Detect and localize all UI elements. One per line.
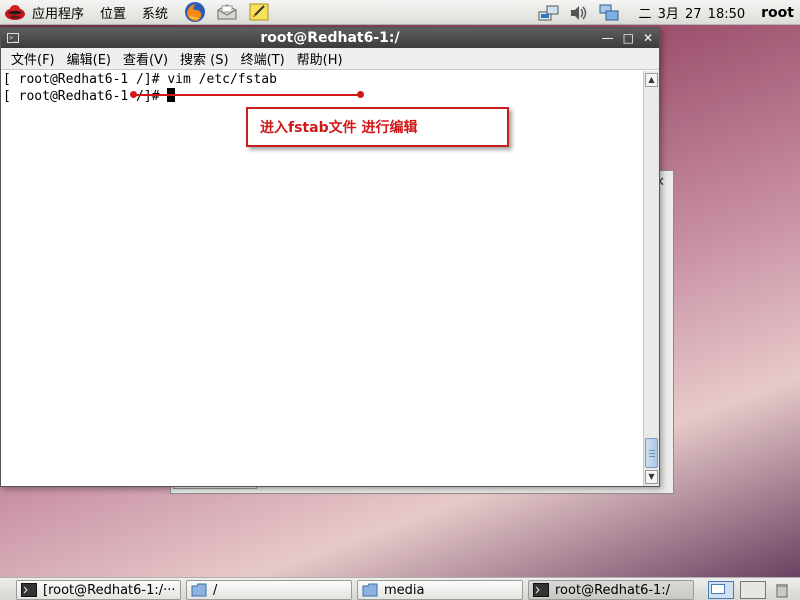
taskbar-item-label: root@Redhat6-1:/ [555, 582, 671, 598]
terminal-titlebar[interactable]: >_ root@Redhat6-1:/ — □ ✕ [1, 28, 659, 48]
annotation-text: 进入fstab文件 进行编辑 [260, 120, 418, 136]
scroll-thumb[interactable] [645, 438, 658, 468]
taskbar-item-terminal-active[interactable]: root@Redhat6-1:/ [528, 580, 694, 600]
menu-edit[interactable]: 编辑(E) [61, 49, 117, 68]
menu-search[interactable]: 搜索 (S) [174, 49, 235, 68]
terminal-line-text: [ root@Redhat6-1 /]# [3, 89, 168, 104]
terminal-line-text: [ root@Redhat6-1 /]# vim /etc/fstab [3, 72, 277, 87]
applications-menu-label: 应用程序 [32, 6, 85, 22]
scroll-up-icon[interactable]: ▲ [645, 73, 658, 87]
mail-icon[interactable] [216, 1, 238, 23]
menu-view[interactable]: 查看(V) [117, 49, 174, 68]
annotation-dot [130, 91, 137, 98]
terminal-icon [533, 583, 549, 597]
annotation-dot [357, 91, 364, 98]
workspace-1[interactable] [708, 581, 734, 599]
display-icon[interactable] [598, 3, 620, 23]
window-title: root@Redhat6-1:/ [260, 30, 400, 46]
maximize-button[interactable]: □ [623, 31, 634, 45]
folder-icon [191, 583, 207, 597]
taskbar-item-label: media [384, 582, 425, 598]
workspace-2[interactable] [740, 581, 766, 599]
close-button[interactable]: ✕ [643, 31, 653, 45]
scroll-grip [649, 456, 655, 457]
taskbar-item-folder-media[interactable]: media [357, 580, 523, 600]
annotation-arrow-line [133, 94, 362, 96]
menu-file[interactable]: 文件(F) [5, 49, 61, 68]
places-menu-label: 位置 [100, 6, 127, 22]
terminal-line: [ root@Redhat6-1 /]# vim /etc/fstab [1, 71, 643, 88]
scroll-down-icon[interactable]: ▼ [645, 470, 658, 484]
system-menu-label: 系统 [142, 6, 169, 22]
taskbar-item-terminal[interactable]: [root@Redhat6-1:/··· [16, 580, 181, 600]
places-menu[interactable]: 位置 [96, 0, 130, 25]
trash-icon[interactable] [774, 582, 790, 598]
scroll-grip [649, 453, 655, 454]
menu-terminal[interactable]: 终端(T) [235, 49, 291, 68]
clock[interactable]: 二 3月 27 18:50 [638, 3, 745, 22]
terminal-menubar: 文件(F) 编辑(E) 查看(V) 搜索 (S) 终端(T) 帮助(H) [1, 48, 659, 70]
menu-help[interactable]: 帮助(H) [291, 49, 349, 68]
network-icon[interactable] [538, 3, 560, 23]
redhat-logo-icon [4, 2, 26, 22]
notes-icon[interactable] [248, 1, 270, 23]
taskbar-item-label: / [213, 582, 218, 598]
scroll-grip [649, 450, 655, 451]
minimize-button[interactable]: — [602, 31, 614, 45]
firefox-icon[interactable] [184, 1, 206, 23]
terminal-icon [21, 583, 37, 597]
system-menu[interactable]: 系统 [138, 0, 172, 25]
terminal-scrollbar[interactable]: ▲ ▼ [643, 71, 659, 486]
user-menu[interactable]: root [761, 5, 794, 21]
taskbar-item-label: [root@Redhat6-1:/··· [43, 582, 176, 598]
folder-icon [362, 583, 378, 597]
taskbar-item-folder-root[interactable]: / [186, 580, 352, 600]
taskbar: [root@Redhat6-1:/··· / media root@Redhat… [0, 577, 800, 600]
volume-icon[interactable] [568, 3, 590, 23]
terminal-line: [ root@Redhat6-1 /]# [1, 88, 643, 105]
annotation-callout: 进入fstab文件 进行编辑 [246, 107, 509, 147]
top-panel: 应用程序 位置 系统 二 3月 27 18:50 root [0, 0, 800, 25]
terminal-window[interactable]: >_ root@Redhat6-1:/ — □ ✕ 文件(F) 编辑(E) 查看… [0, 27, 660, 487]
applications-menu[interactable]: 应用程序 [0, 0, 88, 25]
